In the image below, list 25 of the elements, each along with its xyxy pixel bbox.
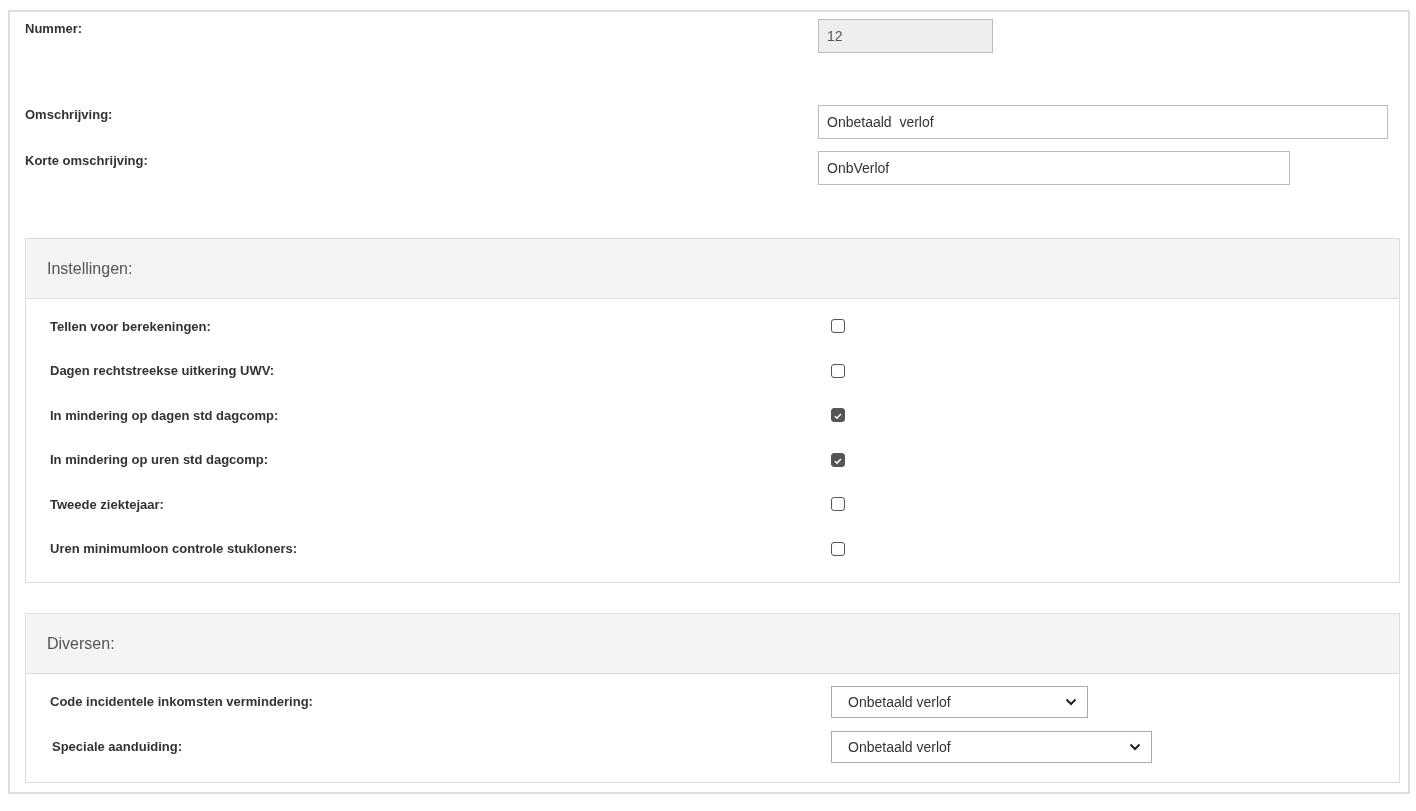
chevron-icon [1129, 742, 1141, 751]
setting-label: Uren minimumloon controle stukloners: [50, 541, 299, 557]
setting-label: In mindering op dagen std dagcomp: [50, 407, 280, 423]
checkbox[interactable] [831, 541, 845, 556]
setting-label: Speciale aanduiding: [51, 739, 184, 754]
setting-label: In mindering op uren std dagcomp: [50, 452, 270, 468]
input-field[interactable]: Onbetaald verlof [818, 105, 1388, 139]
setting-label: Dagen rechtstreekse uitkering UWV: [50, 363, 275, 379]
field-label: Nummer: [25, 20, 84, 36]
input-field[interactable]: OnbVerlof [818, 151, 1290, 185]
field-label: Korte omschrijving: [25, 152, 149, 168]
setting-label: Tweede ziektejaar: [50, 496, 165, 512]
checkbox[interactable] [831, 452, 845, 467]
checkbox[interactable] [831, 497, 845, 512]
panel-header: Instellingen: [26, 239, 1399, 299]
field-label: Omschrijving: [25, 106, 114, 122]
setting-label: Tellen voor berekeningen: [50, 318, 212, 334]
panel-header: Diversen: [26, 614, 1399, 674]
dropdown[interactable]: Onbetaald verlof [831, 730, 1152, 763]
setting-label: Code incidentele inkomsten vermindering: [50, 694, 314, 709]
checkbox[interactable] [831, 408, 845, 423]
checkbox[interactable] [831, 319, 845, 334]
checkbox[interactable] [831, 363, 845, 378]
chevron-icon [1065, 697, 1077, 706]
dropdown[interactable]: Onbetaald verlof [831, 685, 1088, 718]
